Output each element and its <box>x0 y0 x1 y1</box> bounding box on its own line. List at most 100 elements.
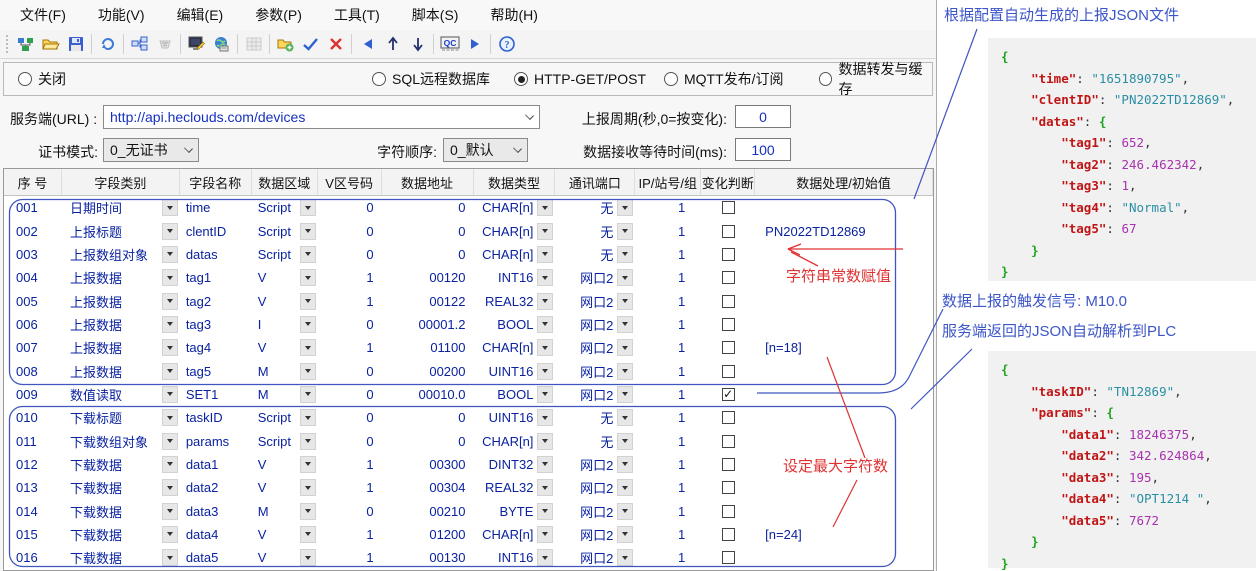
column-header[interactable]: 数据区域 <box>252 169 318 195</box>
ip-cell[interactable]: 1 <box>635 196 701 219</box>
radio-icon[interactable] <box>819 72 832 86</box>
ip-cell[interactable]: 1 <box>635 429 701 452</box>
ip-cell[interactable]: 1 <box>635 453 701 476</box>
dropdown-arrow-icon[interactable] <box>617 293 633 310</box>
column-header[interactable]: 通讯端口 <box>555 169 635 195</box>
region-cell[interactable]: V <box>252 523 298 546</box>
name-cell[interactable]: tag3 <box>180 313 252 336</box>
port-cell[interactable]: 网口2 <box>555 453 615 476</box>
dropdown-arrow-icon[interactable] <box>162 363 178 380</box>
checkbox-icon[interactable] <box>722 365 735 378</box>
process-value-cell[interactable] <box>755 289 933 312</box>
process-value-cell[interactable] <box>755 359 933 382</box>
dropdown-arrow-icon[interactable] <box>300 199 316 216</box>
dropdown-arrow-icon[interactable] <box>537 503 553 520</box>
cert-mode-combo[interactable]: 0_无证书 <box>103 138 199 162</box>
dropdown-arrow-icon[interactable] <box>617 433 633 450</box>
region-cell[interactable]: Script <box>252 219 298 242</box>
region-cell[interactable]: M <box>252 359 298 382</box>
name-cell[interactable]: data4 <box>180 523 252 546</box>
port-cell[interactable]: 无 <box>555 219 615 242</box>
datatype-cell[interactable]: BOOL <box>474 383 536 406</box>
report-period-input[interactable]: 0 <box>735 105 791 128</box>
category-cell[interactable]: 下载数据 <box>62 453 160 476</box>
connect-icon[interactable] <box>13 32 38 56</box>
dropdown-arrow-icon[interactable] <box>537 526 553 543</box>
vzone-cell[interactable]: 1 <box>318 546 382 569</box>
dropdown-arrow-icon[interactable] <box>617 223 633 240</box>
vzone-cell[interactable]: 1 <box>318 453 382 476</box>
vzone-cell[interactable]: 0 <box>318 406 382 429</box>
checkbox-icon[interactable] <box>722 505 735 518</box>
grid-disabled-icon[interactable] <box>241 32 266 56</box>
region-cell[interactable]: Script <box>252 243 298 266</box>
region-cell[interactable]: Script <box>252 196 298 219</box>
dropdown-arrow-icon[interactable] <box>617 549 633 566</box>
ip-cell[interactable]: 1 <box>635 499 701 522</box>
address-cell[interactable]: 00130 <box>382 546 474 569</box>
ip-cell[interactable]: 1 <box>635 336 701 359</box>
vzone-cell[interactable]: 0 <box>318 313 382 336</box>
port-cell[interactable]: 网口2 <box>555 499 615 522</box>
address-cell[interactable]: 0 <box>382 429 474 452</box>
category-cell[interactable]: 上报数据 <box>62 266 160 289</box>
datatype-cell[interactable]: UINT16 <box>474 406 536 429</box>
vzone-cell[interactable]: 1 <box>318 289 382 312</box>
dropdown-arrow-icon[interactable] <box>617 363 633 380</box>
name-cell[interactable]: taskID <box>180 406 252 429</box>
dropdown-arrow-icon[interactable] <box>617 409 633 426</box>
help-icon[interactable]: ? <box>494 32 519 56</box>
checkbox-icon[interactable] <box>722 551 735 564</box>
dropdown-arrow-icon[interactable] <box>617 479 633 496</box>
run-icon[interactable] <box>462 32 487 56</box>
mode-radio-4[interactable]: MQTT发布/订阅 <box>664 69 784 89</box>
ip-cell[interactable]: 1 <box>635 313 701 336</box>
datatype-cell[interactable]: BYTE <box>474 499 536 522</box>
checkbox-icon[interactable] <box>722 225 735 238</box>
datatype-cell[interactable]: DINT32 <box>474 453 536 476</box>
datatype-cell[interactable]: INT16 <box>474 266 536 289</box>
dropdown-arrow-icon[interactable] <box>537 339 553 356</box>
dropdown-arrow-icon[interactable] <box>162 526 178 543</box>
radio-icon[interactable] <box>372 72 386 86</box>
address-cell[interactable]: 00120 <box>382 266 474 289</box>
save-icon[interactable] <box>63 32 88 56</box>
dropdown-arrow-icon[interactable] <box>617 199 633 216</box>
process-value-cell[interactable] <box>755 546 933 569</box>
address-cell[interactable]: 0 <box>382 406 474 429</box>
dropdown-arrow-icon[interactable] <box>300 479 316 496</box>
dropdown-arrow-icon[interactable] <box>300 526 316 543</box>
process-value-cell[interactable] <box>755 406 933 429</box>
dropdown-arrow-icon[interactable] <box>162 223 178 240</box>
datatype-cell[interactable]: INT16 <box>474 546 536 569</box>
category-cell[interactable]: 上报标题 <box>62 219 160 242</box>
vzone-cell[interactable]: 0 <box>318 429 382 452</box>
name-cell[interactable]: clentID <box>180 219 252 242</box>
dropdown-arrow-icon[interactable] <box>300 293 316 310</box>
address-cell[interactable]: 0 <box>382 196 474 219</box>
category-cell[interactable]: 上报数组对象 <box>62 243 160 266</box>
address-cell[interactable]: 0 <box>382 243 474 266</box>
region-cell[interactable]: V <box>252 453 298 476</box>
datatype-cell[interactable]: REAL32 <box>474 476 536 499</box>
category-cell[interactable]: 上报数据 <box>62 359 160 382</box>
dropdown-arrow-icon[interactable] <box>537 316 553 333</box>
region-cell[interactable]: Script <box>252 429 298 452</box>
column-header[interactable]: IP/站号/组 <box>635 169 701 195</box>
process-value-cell[interactable] <box>755 243 933 266</box>
datatype-cell[interactable]: CHAR[n] <box>474 243 536 266</box>
category-cell[interactable]: 上报数据 <box>62 313 160 336</box>
name-cell[interactable]: time <box>180 196 252 219</box>
process-value-cell[interactable] <box>755 196 933 219</box>
dropdown-arrow-icon[interactable] <box>537 386 553 403</box>
vzone-cell[interactable]: 1 <box>318 266 382 289</box>
name-cell[interactable]: params <box>180 429 252 452</box>
delete-icon[interactable] <box>323 32 348 56</box>
ip-cell[interactable]: 1 <box>635 266 701 289</box>
menu-item-tool[interactable]: 工具(T) <box>320 1 394 29</box>
address-cell[interactable]: 00304 <box>382 476 474 499</box>
address-cell[interactable]: 00001.2 <box>382 313 474 336</box>
address-cell[interactable]: 00010.0 <box>382 383 474 406</box>
chevron-down-icon[interactable] <box>184 144 193 153</box>
dropdown-arrow-icon[interactable] <box>162 409 178 426</box>
